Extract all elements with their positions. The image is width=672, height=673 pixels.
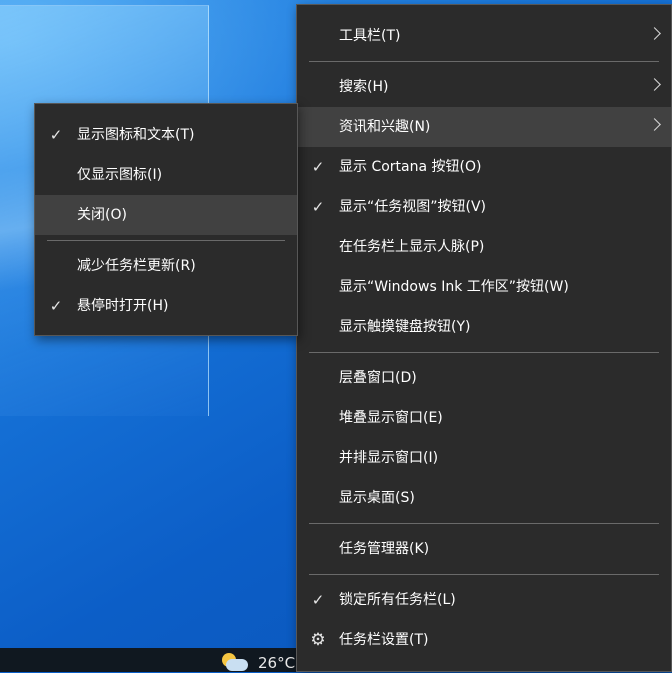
news-interests-submenu: ✓ 显示图标和文本(T) 仅显示图标(I) 关闭(O) 减少任务栏更新(R) ✓… [34,103,298,336]
temperature-label: 26°C [258,654,296,672]
menu-separator [297,518,671,529]
menu-item-label: 减少任务栏更新(R) [77,258,196,274]
menu-item-label: 层叠窗口(D) [339,370,417,386]
chevron-right-icon [648,118,661,131]
submenu-item-show-icon-only[interactable]: 仅显示图标(I) [35,155,297,195]
menu-item-show-cortana[interactable]: ✓ 显示 Cortana 按钮(O) [297,147,671,187]
menu-item-show-task-view[interactable]: ✓ 显示“任务视图”按钮(V) [297,187,671,227]
checkmark-icon: ✓ [311,591,325,609]
menu-item-label: 锁定所有任务栏(L) [339,592,456,608]
submenu-item-turn-off[interactable]: 关闭(O) [35,195,297,235]
submenu-item-reduce-updates[interactable]: 减少任务栏更新(R) [35,246,297,286]
menu-item-label: 关闭(O) [77,207,127,223]
menu-item-task-manager[interactable]: 任务管理器(K) [297,529,671,569]
menu-item-label: 搜索(H) [339,79,389,95]
menu-item-stacked[interactable]: 堆叠显示窗口(E) [297,398,671,438]
menu-item-label: 工具栏(T) [339,28,401,44]
menu-item-label: 显示“任务视图”按钮(V) [339,199,487,215]
checkmark-icon: ✓ [311,198,325,216]
menu-item-label: 显示图标和文本(T) [77,127,195,143]
submenu-item-open-on-hover[interactable]: ✓ 悬停时打开(H) [35,286,297,326]
menu-item-show-ink[interactable]: 显示“Windows Ink 工作区”按钮(W) [297,267,671,307]
menu-item-cascade[interactable]: 层叠窗口(D) [297,358,671,398]
menu-item-show-touch-keyboard[interactable]: 显示触摸键盘按钮(Y) [297,307,671,347]
menu-item-label: 显示触摸键盘按钮(Y) [339,319,471,335]
menu-item-side-by-side[interactable]: 并排显示窗口(I) [297,438,671,478]
menu-item-label: 堆叠显示窗口(E) [339,410,443,426]
menu-item-taskbar-settings[interactable]: ⚙ 任务栏设置(T) [297,620,671,660]
taskbar-context-menu: 工具栏(T) 搜索(H) 资讯和兴趣(N) ✓ 显示 Cortana 按钮(O)… [296,4,672,672]
submenu-item-show-icon-text[interactable]: ✓ 显示图标和文本(T) [35,115,297,155]
menu-item-label: 任务管理器(K) [339,541,430,557]
menu-item-label: 资讯和兴趣(N) [339,119,431,135]
partly-cloudy-icon [220,653,250,673]
menu-item-show-desktop[interactable]: 显示桌面(S) [297,478,671,518]
checkmark-icon: ✓ [311,158,325,176]
menu-item-label: 显示桌面(S) [339,490,415,506]
menu-item-label: 在任务栏上显示人脉(P) [339,239,485,255]
menu-item-label: 并排显示窗口(I) [339,450,439,466]
menu-separator [35,235,297,246]
menu-item-news-interests[interactable]: 资讯和兴趣(N) [297,107,671,147]
weather-widget[interactable]: 26°C [220,653,296,673]
chevron-right-icon [648,27,661,40]
menu-item-label: 仅显示图标(I) [77,167,163,183]
menu-item-label: 显示 Cortana 按钮(O) [339,159,482,175]
menu-item-search[interactable]: 搜索(H) [297,67,671,107]
gear-icon: ⚙ [310,630,326,650]
menu-separator [297,569,671,580]
menu-separator [297,347,671,358]
menu-item-toolbar[interactable]: 工具栏(T) [297,16,671,56]
menu-item-lock-taskbar[interactable]: ✓ 锁定所有任务栏(L) [297,580,671,620]
menu-item-label: 任务栏设置(T) [339,632,429,648]
checkmark-icon: ✓ [49,297,63,315]
menu-item-label: 悬停时打开(H) [77,298,169,314]
chevron-right-icon [648,78,661,91]
menu-item-label: 显示“Windows Ink 工作区”按钮(W) [339,279,569,295]
checkmark-icon: ✓ [49,126,63,144]
menu-separator [297,56,671,67]
menu-item-show-people[interactable]: 在任务栏上显示人脉(P) [297,227,671,267]
